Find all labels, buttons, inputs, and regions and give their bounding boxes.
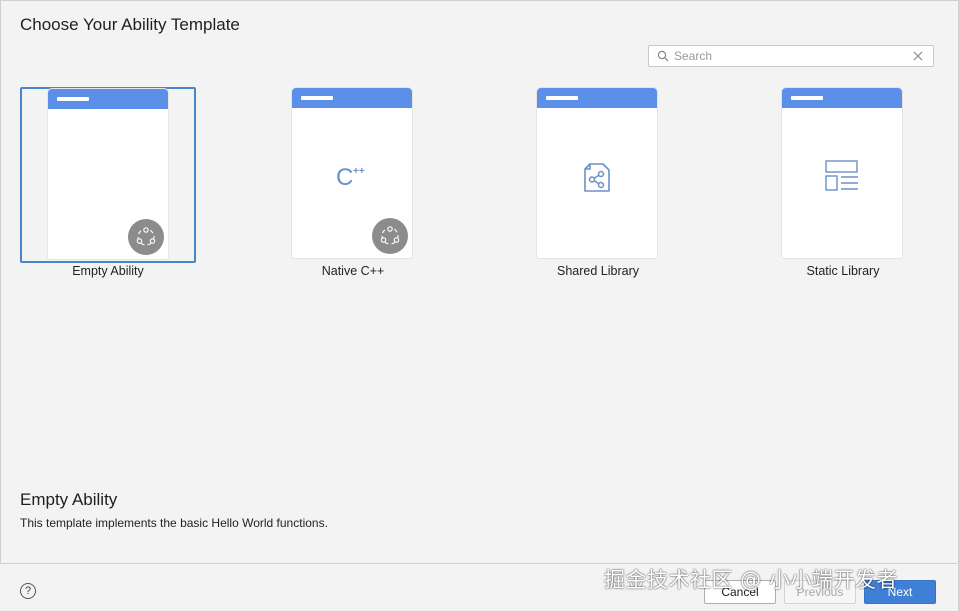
template-empty-ability[interactable]: [20, 87, 196, 263]
cpp-icon-plus: ++: [353, 166, 365, 177]
cpp-icon: C ++: [292, 163, 412, 189]
cpp-icon-letter: C: [336, 164, 353, 189]
template-card-header: [537, 88, 657, 108]
next-button[interactable]: Next: [864, 580, 936, 604]
template-card: [536, 87, 658, 259]
template-card-header: [292, 88, 412, 108]
template-shared-library[interactable]: [510, 87, 686, 263]
cancel-button[interactable]: Cancel: [704, 580, 776, 604]
template-static-library[interactable]: [755, 87, 931, 263]
template-label-static-library[interactable]: Static Library: [755, 264, 931, 278]
description-title: Empty Ability: [20, 490, 118, 509]
search-box[interactable]: [648, 45, 934, 67]
template-card-header: [48, 89, 168, 109]
ability-badge-icon: [372, 218, 408, 254]
ability-badge-icon: [128, 219, 164, 255]
search-icon: [656, 49, 670, 63]
template-label-empty-ability[interactable]: Empty Ability: [20, 264, 196, 278]
template-card: [781, 87, 903, 259]
template-card-header: [782, 88, 902, 108]
layout-icon: [782, 160, 902, 192]
description-text: This template implements the basic Hello…: [20, 516, 328, 530]
dialog-title: Choose Your Ability Template: [20, 15, 240, 34]
search-input[interactable]: [674, 47, 911, 65]
template-label-shared-library[interactable]: Shared Library: [510, 264, 686, 278]
help-icon[interactable]: ?: [20, 583, 36, 599]
clear-search-icon[interactable]: [911, 49, 925, 63]
template-card: [47, 88, 169, 260]
share-icon: [537, 162, 657, 194]
template-native-cpp[interactable]: C ++: [265, 87, 441, 263]
template-label-native-cpp[interactable]: Native C++: [265, 264, 441, 278]
previous-button[interactable]: Previous: [784, 580, 856, 604]
template-card: C ++: [291, 87, 413, 259]
